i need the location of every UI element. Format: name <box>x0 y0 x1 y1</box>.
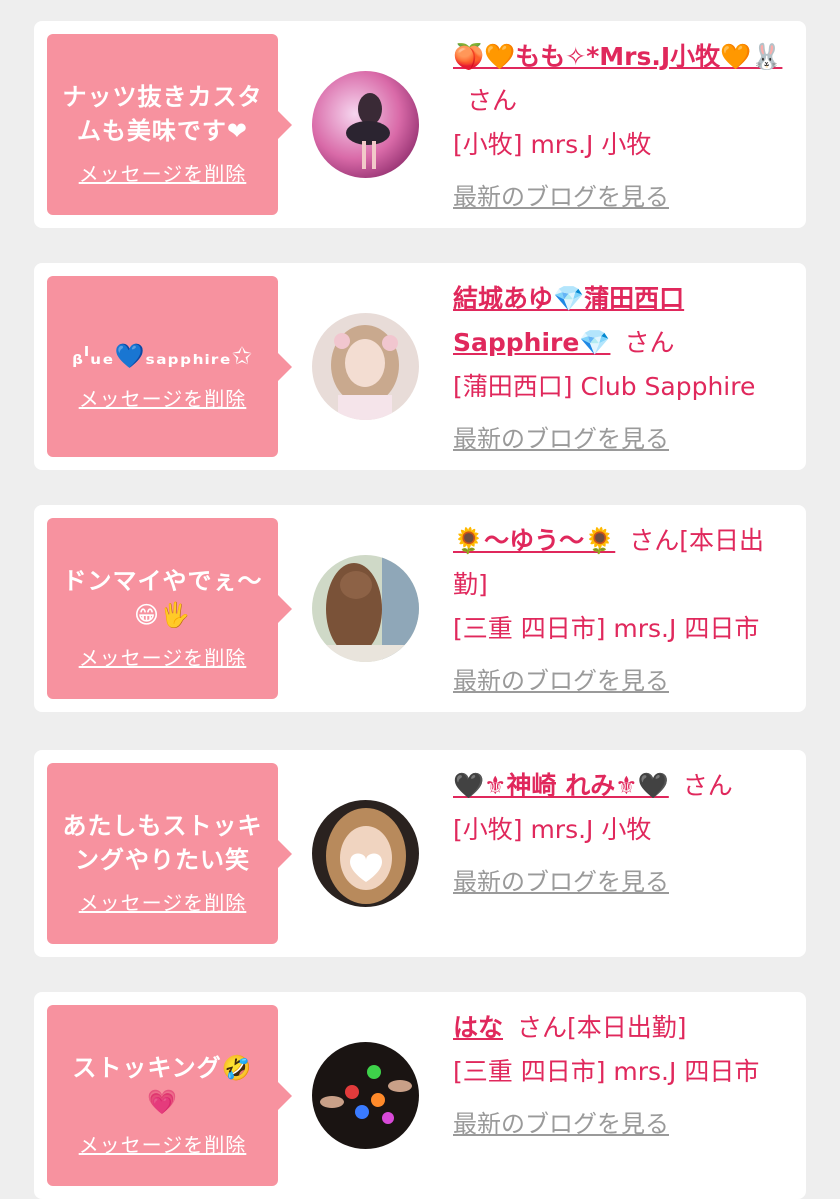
message-card: ᵦˡᵤₑ💙ₛₐₚₚₕᵢᵣₑ✩ メッセージを削除 結城あゆ💎蒲田西口Sapphir… <box>34 263 806 470</box>
sender-name-link[interactable]: 🍑🧡もも✧*Mrs.J小牧🧡🐰 <box>453 42 782 71</box>
view-blog-link[interactable]: 最新のブログを見る <box>453 860 793 904</box>
message-bubble: ストッキング🤣💗 メッセージを削除 <box>47 1005 292 1186</box>
message-text: ナッツ抜きカスタムも美味です❤ <box>62 83 263 145</box>
message-list: ナッツ抜きカスタムも美味です❤ メッセージを削除 🍑🧡もも✧*Mrs.J小牧🧡🐰… <box>0 0 840 1199</box>
message-text: ドンマイやでぇ〜😁🖐 <box>62 567 263 629</box>
portrait-photo-avatar <box>312 313 419 420</box>
sender-info: 🖤⚜神崎 れみ⚜🖤 さん [小牧] mrs.J 小牧 最新のブログを見る <box>453 764 793 904</box>
shop-label: [蒲田西口] Club Sapphire <box>453 372 756 401</box>
honorific: さん <box>682 771 733 800</box>
message-text: ᵦˡᵤₑ💙ₛₐₚₚₕᵢᵣₑ✩ <box>72 342 253 370</box>
honorific: さん <box>467 86 518 115</box>
hair-photo-avatar <box>312 555 419 662</box>
avatar[interactable] <box>312 71 419 178</box>
delete-message-link[interactable]: メッセージを削除 <box>79 887 247 916</box>
shop-label: [小牧] mrs.J 小牧 <box>453 815 652 844</box>
message-bubble: あたしもストッキングやりたい笑 メッセージを削除 <box>47 763 292 944</box>
sender-name-link[interactable]: 🖤⚜神崎 れみ⚜🖤 <box>453 771 669 800</box>
sender-info: はな さん[本日出勤] [三重 四日市] mrs.J 四日市 最新のブログを見る <box>453 1006 793 1146</box>
honorific: さん <box>517 1013 568 1042</box>
delete-message-link[interactable]: メッセージを削除 <box>79 158 247 187</box>
message-text: ストッキング🤣💗 <box>72 1054 253 1116</box>
dancer-photo-avatar <box>312 71 419 178</box>
shop-label: [三重 四日市] mrs.J 四日市 <box>453 614 760 643</box>
view-blog-link[interactable]: 最新のブログを見る <box>453 659 793 703</box>
message-bubble: ナッツ抜きカスタムも美味です❤ メッセージを削除 <box>47 34 292 215</box>
honorific: さん <box>629 526 680 555</box>
shop-label: [小牧] mrs.J 小牧 <box>453 130 652 159</box>
message-card: ストッキング🤣💗 メッセージを削除 はな さん[本日出勤] [三重 四日市] mr… <box>34 992 806 1199</box>
drinks-photo-avatar <box>312 1042 419 1149</box>
view-blog-link[interactable]: 最新のブログを見る <box>453 417 793 461</box>
message-text: あたしもストッキングやりたい笑 <box>62 812 263 874</box>
sender-info: 🌻〜ゆう〜🌻 さん[本日出勤] [三重 四日市] mrs.J 四日市 最新のブログ… <box>453 519 793 703</box>
message-bubble: ᵦˡᵤₑ💙ₛₐₚₚₕᵢᵣₑ✩ メッセージを削除 <box>47 276 292 457</box>
shop-label: [三重 四日市] mrs.J 四日市 <box>453 1057 760 1086</box>
avatar[interactable] <box>312 1042 419 1149</box>
view-blog-link[interactable]: 最新のブログを見る <box>453 175 793 219</box>
avatar[interactable] <box>312 555 419 662</box>
delete-message-link[interactable]: メッセージを削除 <box>79 1129 247 1158</box>
sender-info: 結城あゆ💎蒲田西口Sapphire💎 さん [蒲田西口] Club Sapphir… <box>453 277 793 461</box>
sender-name-link[interactable]: はな <box>453 1013 503 1042</box>
message-card: ドンマイやでぇ〜😁🖐 メッセージを削除 🌻〜ゆう〜🌻 さん[本日出勤] [三重 四… <box>34 505 806 712</box>
selfie-photo-avatar <box>312 800 419 907</box>
delete-message-link[interactable]: メッセージを削除 <box>79 383 247 412</box>
honorific: さん <box>624 328 675 357</box>
delete-message-link[interactable]: メッセージを削除 <box>79 642 247 671</box>
avatar[interactable] <box>312 313 419 420</box>
avatar[interactable] <box>312 800 419 907</box>
sender-info: 🍑🧡もも✧*Mrs.J小牧🧡🐰 さん [小牧] mrs.J 小牧 最新のブログを見… <box>453 35 793 219</box>
message-card: ナッツ抜きカスタムも美味です❤ メッセージを削除 🍑🧡もも✧*Mrs.J小牧🧡🐰… <box>34 21 806 228</box>
sender-name-link[interactable]: 🌻〜ゆう〜🌻 <box>453 526 615 555</box>
message-bubble: ドンマイやでぇ〜😁🖐 メッセージを削除 <box>47 518 292 699</box>
message-card: あたしもストッキングやりたい笑 メッセージを削除 🖤⚜神崎 れみ⚜🖤 さん [小牧… <box>34 750 806 957</box>
view-blog-link[interactable]: 最新のブログを見る <box>453 1102 793 1146</box>
status-text: [本日出勤] <box>567 1013 687 1042</box>
